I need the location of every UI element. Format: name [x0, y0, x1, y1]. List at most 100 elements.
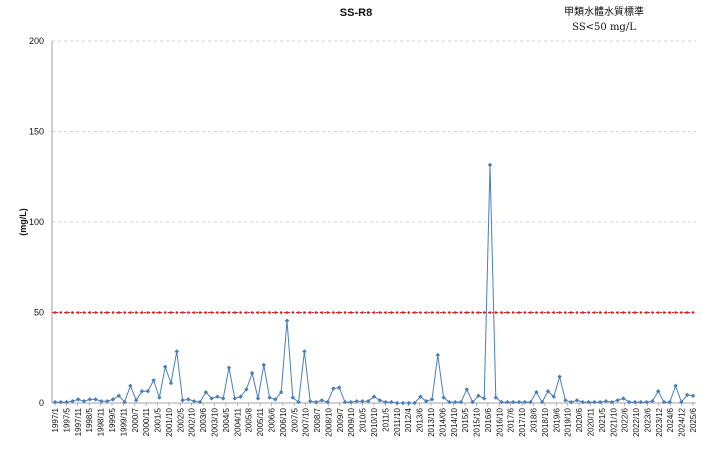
- ss-line: [55, 164, 694, 404]
- x-tick-label: 2020/6: [575, 407, 584, 432]
- standard-marker: [506, 311, 509, 314]
- y-tick-label: 200: [29, 36, 44, 46]
- standard-marker: [633, 311, 637, 314]
- x-tick-label: 2005/8: [245, 407, 254, 432]
- x-tick-label: 2016/10: [495, 407, 504, 436]
- standard-marker: [192, 311, 196, 314]
- x-tick-label: 2007/5: [290, 407, 299, 432]
- x-tick-label: 2023/6: [643, 407, 652, 432]
- x-tick-label: 2001/10: [165, 407, 174, 436]
- ss-data-point: [168, 380, 174, 386]
- x-tick-label: 1997/1: [51, 407, 60, 432]
- x-tick-label: 2001/5: [154, 407, 163, 432]
- x-tick-label: 2017/10: [518, 407, 527, 436]
- x-tick-label: 2014/06: [438, 407, 447, 436]
- x-tick-label: 1997/11: [74, 407, 83, 436]
- x-tick-label: 1999/11: [119, 407, 128, 436]
- ss-data-point: [638, 399, 643, 405]
- ss-data-point: [458, 399, 464, 405]
- standard-marker: [384, 311, 387, 314]
- standard-marker: [395, 311, 399, 314]
- x-tick-label: 2018/10: [541, 407, 550, 436]
- x-tick-label: 2010/5: [359, 407, 368, 432]
- ss-data-point: [64, 399, 69, 405]
- x-tick-label: 2000/7: [131, 407, 140, 432]
- x-tick-label: 1997/5: [62, 407, 71, 432]
- x-tick-label: 2005/11: [256, 407, 265, 436]
- standard-marker: [436, 311, 440, 314]
- ss-data-point: [197, 399, 203, 405]
- standard-marker: [390, 311, 393, 314]
- standard-marker: [511, 311, 515, 314]
- ss-data-point: [186, 397, 191, 402]
- ss-data-point: [563, 398, 568, 403]
- x-tick-label: 2024/6: [666, 407, 675, 432]
- standard-marker: [320, 311, 324, 314]
- standard-marker: [627, 311, 631, 314]
- standard-marker: [245, 311, 248, 314]
- standard-marker: [71, 311, 74, 314]
- ss-data-point: [226, 365, 232, 370]
- ss-data-point: [157, 395, 162, 400]
- ss-data-point: [406, 400, 411, 406]
- ss-data-point: [342, 399, 348, 405]
- standard-marker: [430, 311, 434, 314]
- standard-marker: [256, 311, 260, 314]
- x-tick-label: 2019/6: [552, 407, 561, 432]
- standard-marker: [146, 311, 150, 314]
- x-tick-label: 2014/10: [450, 407, 459, 436]
- standard-marker: [610, 311, 614, 314]
- standard-marker: [76, 311, 80, 314]
- x-tick-label: 2009/7: [336, 407, 345, 432]
- ss-data-point: [632, 399, 638, 405]
- ss-data-point: [319, 398, 324, 403]
- ss-r8-line-chart: 0501001502001997/1 1997/5 1997/11 1998/5 199…: [18, 5, 698, 437]
- standard-marker: [401, 311, 405, 314]
- x-tick-label: 2004/5: [222, 407, 231, 432]
- ss-data-point: [592, 399, 597, 405]
- ss-data-point: [690, 393, 696, 398]
- ss-data-point: [667, 399, 672, 405]
- ss-data-point: [325, 399, 330, 405]
- standard-marker: [169, 311, 173, 314]
- x-tick-label: 2021/10: [609, 407, 618, 436]
- ss-data-point: [615, 398, 620, 403]
- standard-marker: [419, 311, 422, 314]
- ss-data-point: [302, 349, 307, 354]
- standard-marker: [361, 311, 364, 314]
- ss-data-point: [76, 397, 81, 402]
- standard-marker: [326, 311, 329, 314]
- standard-marker: [216, 311, 219, 314]
- x-tick-label: 1998/11: [97, 407, 106, 436]
- standard-marker: [540, 311, 544, 314]
- standard-marker: [123, 311, 126, 314]
- chart-container: 0 50 100 150 200 1997/1 1997/5 1997/11 1998/5 199…: [0, 0, 710, 462]
- standard-marker: [221, 311, 225, 314]
- standard-marker: [546, 311, 550, 314]
- ss-data-point: [644, 399, 649, 405]
- x-tick-label: 2012/4: [404, 407, 413, 432]
- x-tick-label: 2002/5: [176, 407, 185, 432]
- ss-data-series: [52, 162, 696, 406]
- ss-data-point: [505, 399, 510, 405]
- standard-marker: [187, 311, 190, 314]
- standard-marker: [349, 311, 353, 314]
- standard-marker: [100, 311, 103, 314]
- standard-marker: [94, 311, 97, 314]
- standard-marker: [152, 311, 155, 314]
- ss-data-point: [522, 399, 527, 405]
- x-tick-label: 2020/11: [586, 407, 595, 436]
- standard-marker: [482, 311, 486, 314]
- standard-marker: [198, 311, 202, 314]
- standard-marker: [471, 311, 474, 314]
- standard-marker: [366, 311, 370, 314]
- x-tick-label: 2022/6: [621, 407, 630, 432]
- ss-data-point: [93, 397, 98, 402]
- standard-marker: [685, 311, 689, 314]
- ss-data-point: [574, 398, 580, 403]
- standard-marker: [593, 311, 596, 314]
- standard-marker: [581, 311, 585, 314]
- ss-data-point: [395, 400, 400, 406]
- standard-marker: [453, 311, 457, 314]
- x-tick-label: 2016/6: [484, 407, 493, 432]
